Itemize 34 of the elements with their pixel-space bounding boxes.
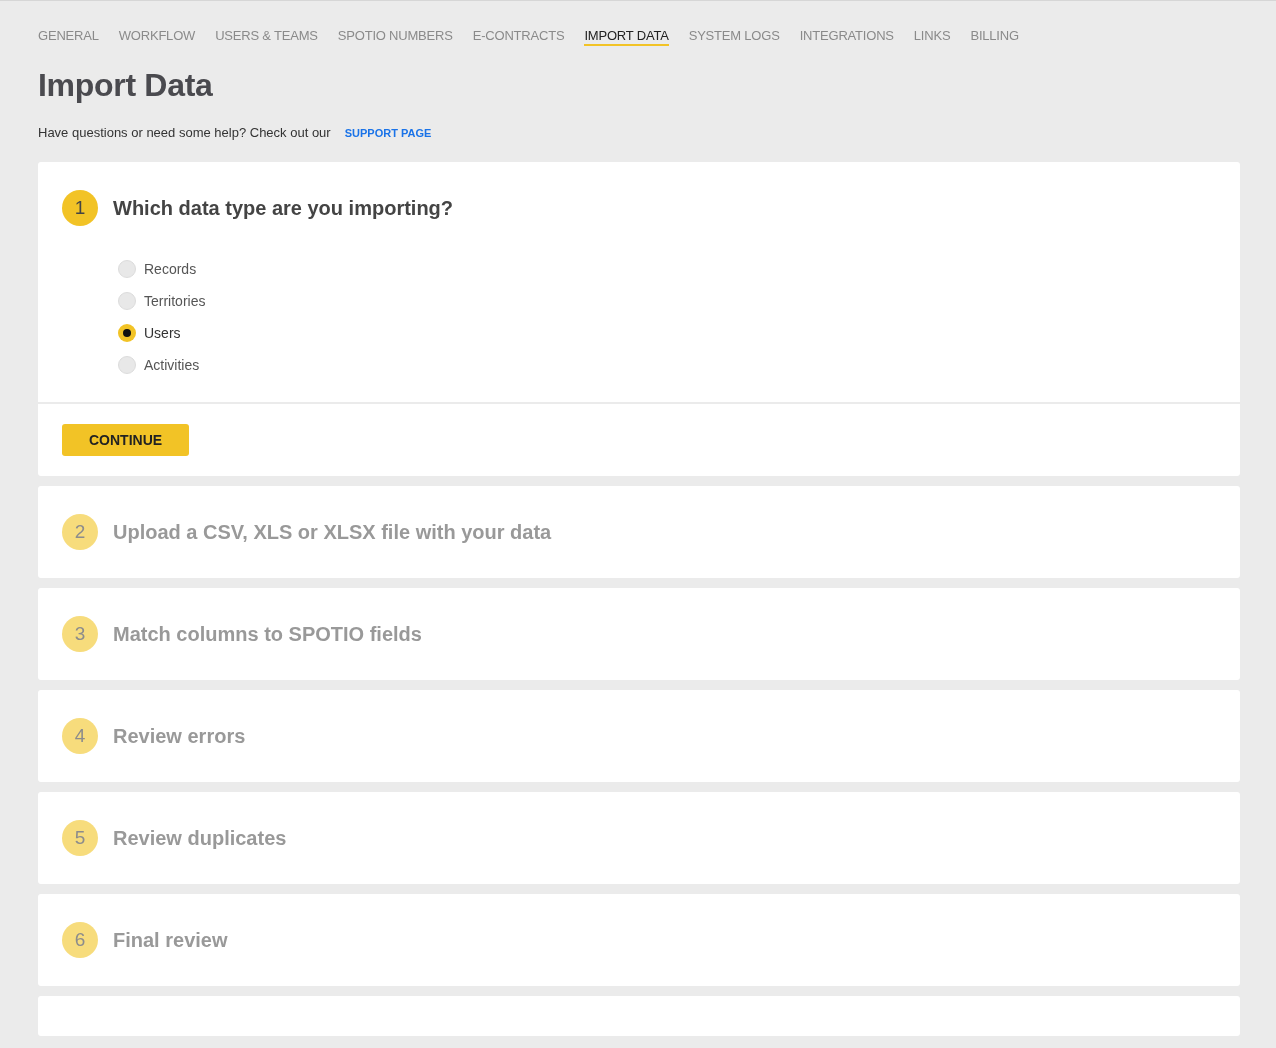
page-title: Import Data bbox=[38, 67, 214, 104]
nav-tab[interactable]: GENERAL bbox=[38, 28, 99, 46]
step-number: 3 bbox=[62, 616, 98, 652]
nav-tab[interactable]: IMPORT DATA bbox=[584, 28, 669, 46]
step-number: 4 bbox=[62, 718, 98, 754]
radio-label[interactable]: Territories bbox=[144, 293, 206, 309]
radio-button[interactable] bbox=[118, 324, 136, 342]
nav-tab[interactable]: BILLING bbox=[970, 28, 1019, 46]
radio-button[interactable] bbox=[118, 292, 136, 310]
nav-tab[interactable]: INTEGRATIONS bbox=[799, 28, 894, 46]
step-number: 5 bbox=[62, 820, 98, 856]
radio-button[interactable] bbox=[118, 356, 136, 374]
step-title: Match columns to SPOTIO fields bbox=[113, 622, 422, 646]
help-text: Have questions or need some help? Check out our bbox=[38, 125, 331, 140]
nav-tab[interactable]: E-CONTRACTS bbox=[472, 28, 565, 46]
step-title: Upload a CSV, XLS or XLSX file with your data bbox=[113, 520, 552, 544]
nav-tab[interactable]: LINKS bbox=[913, 28, 951, 46]
step-title: Which data type are you importing? bbox=[113, 196, 454, 220]
radio-label[interactable]: Records bbox=[144, 261, 197, 277]
radio-button[interactable] bbox=[118, 260, 136, 278]
nav-tab[interactable]: SYSTEM LOGS bbox=[688, 28, 780, 46]
support-link[interactable]: SUPPORT PAGE bbox=[344, 127, 432, 139]
radio-label[interactable]: Activities bbox=[144, 357, 200, 373]
step-title: Review duplicates bbox=[113, 826, 287, 850]
step-title: Review errors bbox=[113, 724, 246, 748]
step-number: 2 bbox=[62, 514, 98, 550]
nav-tab[interactable]: SPOTIO NUMBERS bbox=[337, 28, 453, 46]
radio-label[interactable]: Users bbox=[144, 325, 181, 341]
nav-tab[interactable]: WORKFLOW bbox=[118, 28, 196, 46]
step-number: 6 bbox=[62, 922, 98, 958]
step-number: 1 bbox=[62, 190, 98, 226]
nav-tab[interactable]: USERS & TEAMS bbox=[215, 28, 318, 46]
continue-button[interactable]: CONTINUE bbox=[62, 424, 190, 456]
step-title: Final review bbox=[113, 928, 228, 952]
